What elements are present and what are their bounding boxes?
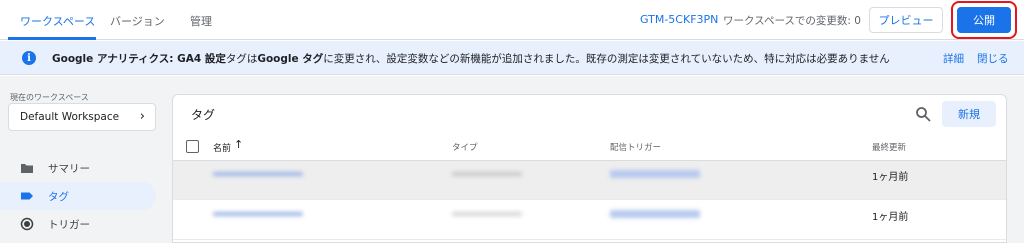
search-icon[interactable] — [915, 106, 931, 122]
chevron-right-icon: › — [139, 109, 145, 124]
banner-details-link[interactable]: 詳細 — [943, 51, 964, 66]
tags-card: タグ 新規 名前 ↑ タイプ 配信トリガー 最終更新 1ヶ月前 1ヶ月前 — [172, 94, 1007, 243]
banner-text-2: に変更され、設定変数などの新機能が追加されました。既存の測定は変更されていないた… — [323, 53, 890, 65]
table-header: 名前 ↑ タイプ 配信トリガー 最終更新 — [173, 135, 1006, 161]
card-title: タグ — [191, 108, 216, 122]
tab-workspace[interactable]: ワークスペース — [20, 13, 95, 29]
folder-icon — [21, 164, 33, 173]
info-icon: i — [22, 51, 36, 65]
banner-text-1: タグは — [225, 53, 258, 65]
redacted-tag-type — [452, 172, 522, 176]
workspace-name: Default Workspace — [20, 111, 120, 123]
active-tab-indicator — [8, 37, 96, 40]
sort-ascending-icon[interactable]: ↑ — [234, 138, 243, 151]
container-id[interactable]: GTM-5CKF3PN — [640, 13, 718, 26]
workspace-changes-count: ワークスペースでの変更数: 0 — [723, 15, 861, 27]
redacted-trigger — [610, 170, 700, 178]
column-header-firing-triggers[interactable]: 配信トリガー — [610, 141, 661, 153]
banner-message: Google アナリティクス: GA4 設定タグはGoogle タグに変更され、… — [52, 51, 890, 66]
trigger-icon — [20, 217, 34, 231]
redacted-tag-type — [452, 212, 522, 216]
column-header-last-edited[interactable]: 最終更新 — [872, 141, 906, 153]
tag-icon — [21, 192, 33, 200]
sidebar-item-label: トリガー — [48, 219, 90, 231]
top-bar: ワークスペース バージョン 管理 GTM-5CKF3PN ワークスペースでの変更… — [0, 0, 1024, 40]
last-edited: 1ヶ月前 — [872, 172, 909, 183]
table-row[interactable]: 1ヶ月前 — [173, 161, 1006, 200]
publish-button[interactable]: 公開 — [957, 7, 1011, 33]
sidebar: 現在のワークスペース Default Workspace › サマリー タグ ト… — [0, 76, 168, 243]
info-banner: i Google アナリティクス: GA4 設定タグはGoogle タグに変更さ… — [0, 41, 1024, 75]
tab-admin[interactable]: 管理 — [190, 13, 212, 29]
column-header-name[interactable]: 名前 — [213, 141, 231, 154]
sidebar-item-label: サマリー — [48, 163, 90, 175]
sidebar-item-label: タグ — [48, 191, 69, 203]
redacted-tag-name — [213, 172, 303, 176]
last-edited: 1ヶ月前 — [872, 212, 909, 223]
redacted-tag-name — [213, 212, 303, 216]
banner-close-link[interactable]: 閉じる — [977, 51, 1009, 66]
table-row[interactable]: 1ヶ月前 — [173, 201, 1006, 240]
column-header-type[interactable]: タイプ — [452, 141, 478, 153]
new-tag-button[interactable]: 新規 — [942, 101, 996, 127]
preview-button[interactable]: プレビュー — [869, 7, 943, 33]
redacted-trigger — [610, 210, 700, 218]
workspace-selector[interactable]: Default Workspace › — [8, 103, 156, 131]
tab-versions[interactable]: バージョン — [110, 13, 165, 29]
sidebar-item-summary[interactable]: サマリー — [0, 154, 156, 182]
banner-text-bold-1: Google アナリティクス: GA4 設定 — [52, 53, 226, 65]
sidebar-item-tags[interactable]: タグ — [0, 182, 156, 210]
sidebar-item-triggers[interactable]: トリガー — [0, 210, 156, 238]
banner-text-bold-2: Google タグ — [257, 53, 324, 65]
workspace-caption: 現在のワークスペース — [10, 93, 89, 102]
select-all-checkbox[interactable] — [186, 140, 199, 153]
